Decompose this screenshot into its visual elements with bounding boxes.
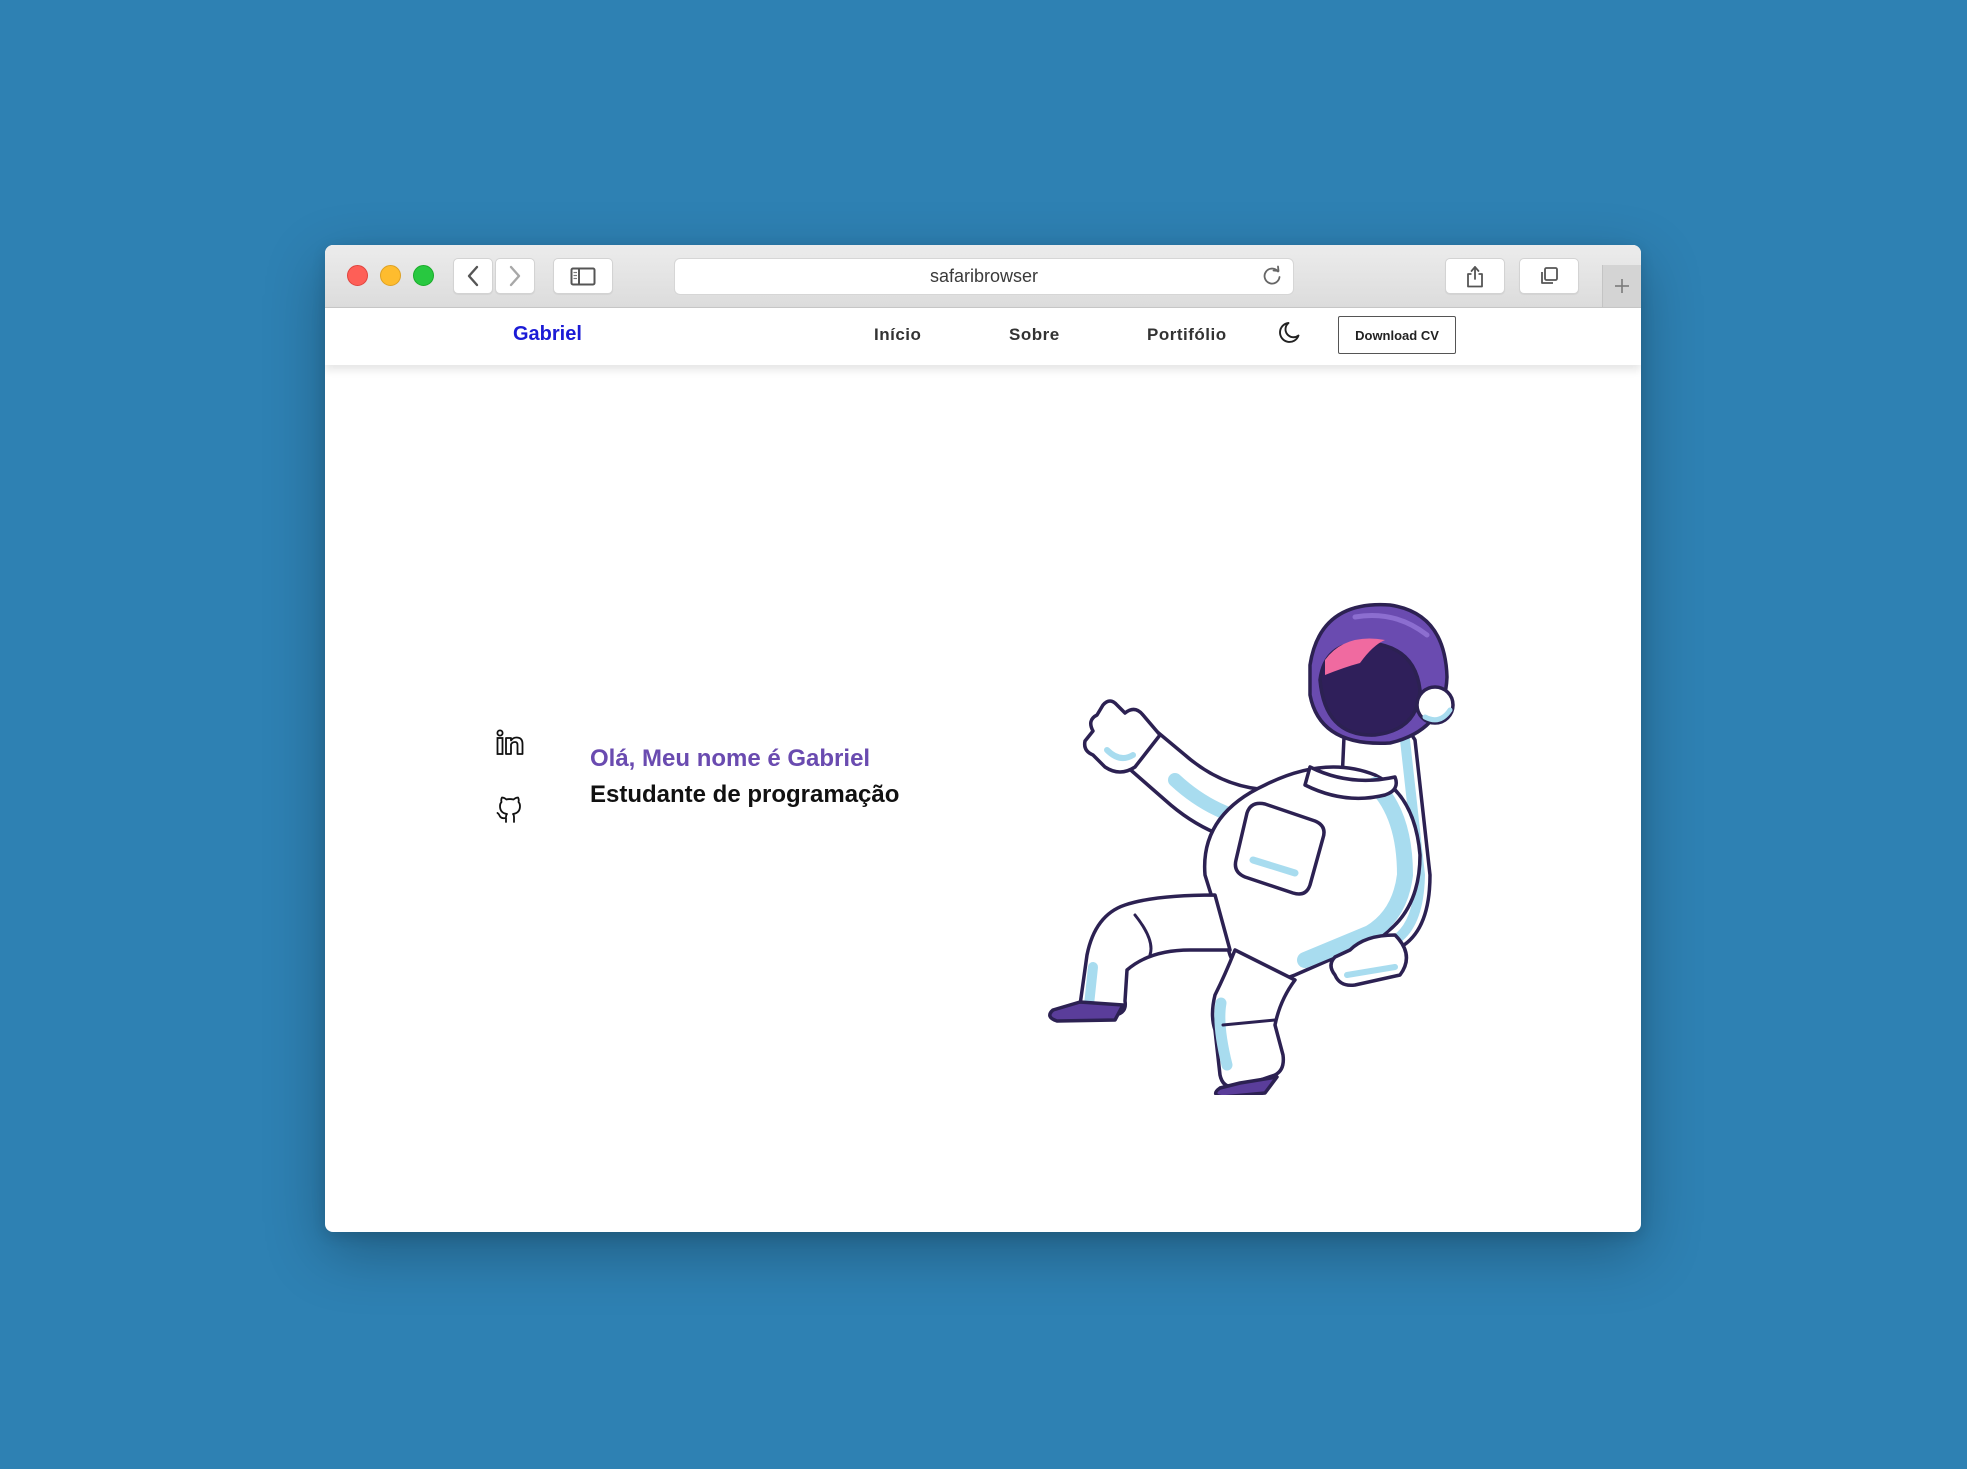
- site-logo[interactable]: Gabriel: [513, 323, 582, 346]
- nav-link-portifolio[interactable]: Portifólio: [1147, 325, 1227, 345]
- new-tab-button[interactable]: [1602, 265, 1641, 307]
- close-window-button[interactable]: [347, 265, 368, 286]
- nav-link-sobre[interactable]: Sobre: [1009, 325, 1060, 345]
- browser-window: safaribrowser Gabriel Início Sobre Porti…: [325, 245, 1641, 1232]
- site-header: Gabriel Início Sobre Portifólio Download…: [325, 308, 1641, 365]
- hero-greeting: Olá, Meu nome é Gabriel: [590, 745, 871, 772]
- minimize-window-button[interactable]: [380, 265, 401, 286]
- chevron-right-icon: [509, 265, 521, 287]
- hero-subtitle: Estudante de programação: [590, 781, 900, 808]
- linkedin-icon[interactable]: [495, 728, 525, 758]
- reload-icon[interactable]: [1261, 265, 1283, 287]
- github-icon[interactable]: [495, 793, 525, 825]
- tabs-overview-button[interactable]: [1519, 258, 1579, 294]
- back-button[interactable]: [453, 258, 493, 294]
- browser-toolbar: safaribrowser: [325, 245, 1641, 308]
- chevron-left-icon: [467, 265, 479, 287]
- sidebar-toggle-button[interactable]: [553, 258, 613, 294]
- download-cv-button[interactable]: Download CV: [1338, 316, 1456, 354]
- tabs-icon: [1541, 267, 1558, 284]
- maximize-window-button[interactable]: [413, 265, 434, 286]
- sidebar-icon: [570, 267, 596, 285]
- plus-icon: [1615, 279, 1629, 293]
- address-text: safaribrowser: [929, 266, 1039, 286]
- nav-link-inicio[interactable]: Início: [874, 325, 921, 345]
- address-bar[interactable]: safaribrowser: [674, 258, 1294, 295]
- share-icon: [1467, 266, 1483, 288]
- astronaut-illustration: [1048, 602, 1455, 1095]
- share-button[interactable]: [1445, 258, 1505, 294]
- forward-button[interactable]: [495, 258, 535, 294]
- moon-icon[interactable]: [1276, 320, 1302, 346]
